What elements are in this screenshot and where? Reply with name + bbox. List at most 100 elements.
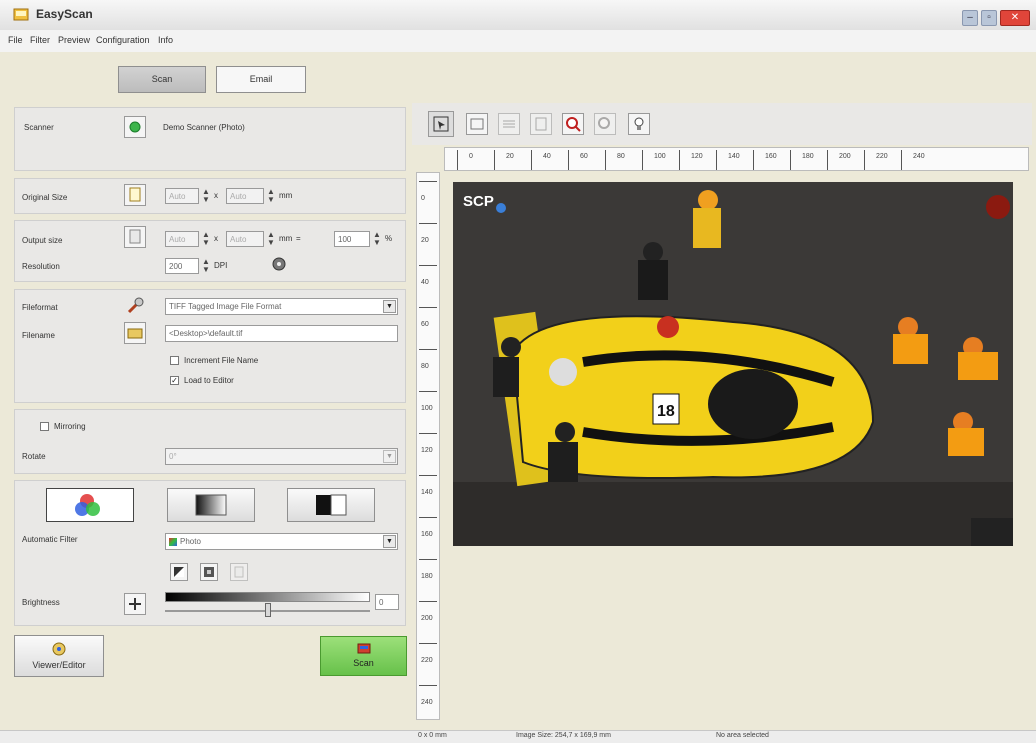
original-width-spinner[interactable]: ▲ ▼ <box>200 188 212 204</box>
output-height-field[interactable]: Auto <box>226 231 264 247</box>
filter-tool-1-button[interactable] <box>170 563 188 581</box>
rotate-dropdown-icon[interactable]: ▼ <box>383 450 396 463</box>
menu-bar: File Filter Preview Configuration Info <box>0 30 1036 52</box>
page-outline-icon <box>535 117 547 131</box>
fileformat-button[interactable] <box>124 295 146 317</box>
page-tool-button[interactable] <box>530 113 552 135</box>
color-mode-button[interactable] <box>46 488 134 522</box>
preview-image[interactable]: 18 SCP <box>453 182 1013 546</box>
load-to-editor-checkbox[interactable]: ✓ <box>170 376 179 385</box>
ruler-left-tick <box>419 223 437 224</box>
ruler-top-tick <box>827 150 828 170</box>
viewer-icon <box>52 642 66 656</box>
menu-file[interactable]: File <box>8 35 23 45</box>
brightness-label: Brightness <box>22 598 60 607</box>
auto-filter-select[interactable]: Photo <box>165 533 398 550</box>
ruler-left-tick <box>419 433 437 434</box>
scanner-label: Scanner <box>24 123 54 132</box>
output-width-spinner[interactable]: ▲ ▼ <box>200 231 212 247</box>
ruler-left-label: 0 <box>421 195 425 202</box>
preview-scan-button[interactable] <box>628 113 650 135</box>
ruler-left-tick <box>419 181 437 182</box>
brightness-value-field[interactable]: 0 <box>375 594 399 610</box>
levels-icon <box>204 567 214 577</box>
original-size-button[interactable] <box>124 184 146 206</box>
brightness-button[interactable] <box>124 593 146 615</box>
mirroring-checkbox[interactable] <box>40 422 49 431</box>
ruler-top-label: 120 <box>691 153 703 160</box>
tab-scan[interactable]: Scan <box>118 66 206 93</box>
filter-tool-2-button[interactable] <box>200 563 218 581</box>
ruler-top-tick <box>864 150 865 170</box>
output-percent-spinner[interactable]: ▲ ▼ <box>371 231 383 247</box>
resolution-label: Resolution <box>22 262 60 271</box>
ruler-left-tick <box>419 517 437 518</box>
black-white-icon <box>316 494 347 516</box>
scanner-panel <box>14 107 406 171</box>
load-to-editor-label: Load to Editor <box>184 376 234 385</box>
resolution-unit-label: DPI <box>214 261 228 270</box>
original-width-field[interactable]: Auto <box>165 188 199 204</box>
output-size-button[interactable] <box>124 226 146 248</box>
scanner-value: Demo Scanner (Photo) <box>163 123 245 132</box>
original-height-spinner[interactable]: ▲ ▼ <box>265 188 277 204</box>
rotate-select[interactable]: 0° <box>165 448 398 465</box>
fit-tool-button[interactable] <box>498 113 520 135</box>
zoom-in-button[interactable] <box>562 113 584 135</box>
output-percent-field[interactable]: 100 <box>334 231 370 247</box>
original-height-field[interactable]: Auto <box>226 188 264 204</box>
fileformat-dropdown-icon[interactable]: ▼ <box>383 300 396 313</box>
output-height-spinner[interactable]: ▲ ▼ <box>265 231 277 247</box>
output-times-label: x <box>214 234 218 243</box>
ruler-top-label: 240 <box>913 153 925 160</box>
status-size: 0 x 0 mm <box>418 732 447 739</box>
ruler-top-tick <box>679 150 680 170</box>
bw-mode-button[interactable] <box>287 488 375 522</box>
ruler-vertical: 0 20 40 60 80 100 120 140 160 180 200 220 240 <box>416 172 440 720</box>
select-tool-button[interactable] <box>428 111 454 137</box>
ruler-top-label: 160 <box>765 153 777 160</box>
car-number: 18 <box>657 403 675 420</box>
fileformat-select[interactable]: TIFF Tagged Image File Format <box>165 298 398 315</box>
brightness-slider-thumb[interactable] <box>264 603 271 617</box>
scanner-select-button[interactable] <box>124 116 146 138</box>
output-width-field[interactable]: Auto <box>165 231 199 247</box>
rotate-label: Rotate <box>22 452 46 461</box>
auto-filter-value: Photo <box>180 537 201 546</box>
ruler-left-label: 140 <box>421 489 433 496</box>
resolution-field[interactable]: 200 <box>165 258 199 274</box>
image-corner-patch <box>971 518 1013 546</box>
window-title: EasyScan <box>36 7 93 21</box>
ruler-top-label: 0 <box>469 153 473 160</box>
output-percent-sign: % <box>385 234 393 243</box>
filter-tool-3-button[interactable] <box>230 563 248 581</box>
minimize-button[interactable]: – <box>962 10 978 26</box>
zoom-out-button[interactable] <box>594 113 616 135</box>
watermark: SCP <box>463 193 494 210</box>
filename-field[interactable]: <Desktop>\default.tif <box>165 325 398 342</box>
ruler-left-label: 100 <box>421 405 433 412</box>
ruler-top-tick <box>457 150 458 170</box>
ruler-left-label: 200 <box>421 615 433 622</box>
resolution-spinner[interactable]: ▲ ▼ <box>200 258 212 274</box>
tab-email[interactable]: Email <box>216 66 306 93</box>
auto-filter-dropdown-icon[interactable]: ▼ <box>383 535 396 548</box>
menu-preview[interactable]: Preview <box>58 35 90 45</box>
crop-icon <box>470 118 484 130</box>
ruler-top-label: 140 <box>728 153 740 160</box>
menu-filter[interactable]: Filter <box>30 35 50 45</box>
increment-filename-checkbox[interactable] <box>170 356 179 365</box>
menu-configuration[interactable]: Configuration <box>96 35 150 45</box>
scan-button[interactable]: Scan <box>320 636 407 676</box>
filename-browse-button[interactable] <box>124 322 146 344</box>
grayscale-mode-button[interactable] <box>167 488 255 522</box>
folder-icon <box>127 328 143 339</box>
crop-tool-button[interactable] <box>466 113 488 135</box>
menu-info[interactable]: Info <box>158 35 173 45</box>
resolution-settings-button[interactable] <box>268 253 290 275</box>
mirroring-label: Mirroring <box>54 422 86 431</box>
viewer-editor-button[interactable]: Viewer/Editor <box>14 635 104 677</box>
maximize-button[interactable]: ▫ <box>981 10 997 26</box>
close-button[interactable]: ✕ <box>1000 10 1030 26</box>
ruler-left-label: 120 <box>421 447 433 454</box>
